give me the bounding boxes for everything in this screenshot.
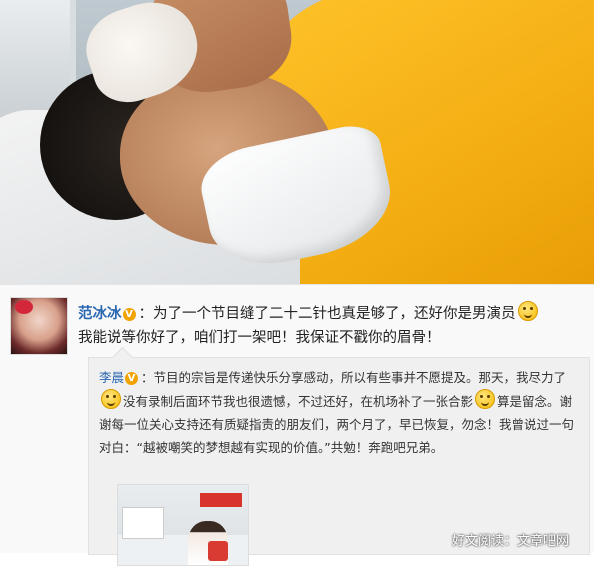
verified-badge-icon: V bbox=[125, 372, 139, 385]
thumbnail-red-object bbox=[208, 541, 228, 561]
repost-text: 李晨 V ：节目的宗旨是传递快乐分享感动，所以有些事并不愿提及。那天，我尽力了没有录… bbox=[99, 366, 583, 459]
hair-flower bbox=[15, 300, 33, 314]
repost-text-part1: 节目的宗旨是传递快乐分享感动，所以有些事并不愿提及。那天，我尽力了 bbox=[153, 370, 567, 385]
weibo-post: 范冰冰 V ：为了一个节目缝了二十二针也真是够了，还好你是男演员 我能说等你好了，咱… bbox=[0, 284, 594, 566]
repost-text-part2: 没有录制后面环节我也很遗憾，不过还好，在机场补了一张合影 bbox=[123, 394, 474, 409]
watermark: 好文阅读：文章吧网 bbox=[452, 534, 570, 549]
thumbnail-sign bbox=[200, 493, 242, 507]
post-separator: ： bbox=[138, 306, 154, 322]
thumbnail-board bbox=[122, 507, 164, 539]
repost-author[interactable]: 李晨 bbox=[99, 370, 124, 385]
avatar[interactable] bbox=[10, 297, 68, 355]
grin-emoji-icon bbox=[475, 389, 496, 409]
post-text-part1: 为了一个节目缝了二十二针也真是够了，还好你是男演员 bbox=[153, 306, 516, 322]
repost-thumbnail[interactable] bbox=[117, 484, 249, 566]
post-text: 范冰冰 V ：为了一个节目缝了二十二针也真是够了，还好你是男演员 我能说等你好了，咱… bbox=[78, 301, 583, 350]
post-author[interactable]: 范冰冰 bbox=[78, 306, 122, 322]
repost-box: 李晨 V ：节目的宗旨是传递快乐分享感动，所以有些事并不愿提及。那天，我尽力了没有录… bbox=[88, 357, 590, 566]
post-photo bbox=[0, 0, 594, 284]
smile-emoji-icon bbox=[517, 301, 538, 321]
repost-separator: ： bbox=[141, 370, 154, 385]
verified-badge-icon: V bbox=[122, 308, 136, 321]
smile-emoji-icon bbox=[101, 389, 121, 409]
post-text-part2: 我能说等你好了，咱们打一架吧！我保证不戳你的眉骨！ bbox=[78, 330, 441, 346]
